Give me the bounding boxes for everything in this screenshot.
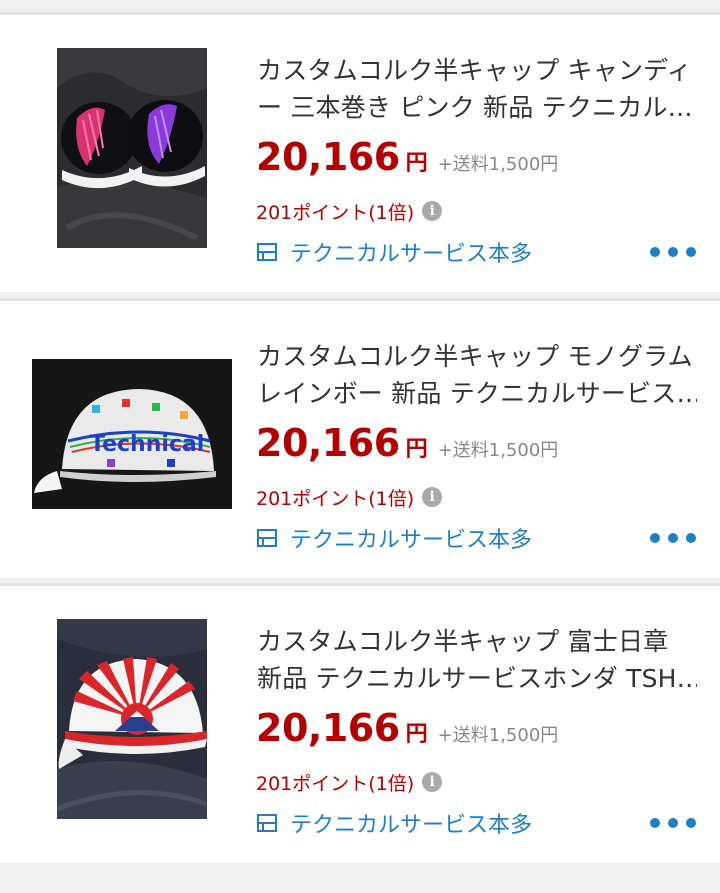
price-row: 20,166 円 +送料1,500円 xyxy=(256,135,558,185)
product-title-line: カスタムコルク半キャップ 富士日章 xyxy=(257,627,669,656)
product-title-line: レインボー 新品 テクニカルサービス… xyxy=(257,379,697,408)
shop-link[interactable]: テクニカルサービス本多 xyxy=(256,521,532,555)
info-icon[interactable]: i xyxy=(422,772,443,792)
more-options-button[interactable] xyxy=(650,242,696,262)
more-icon xyxy=(686,818,696,828)
price-row: 20,166 円 +送料1,500円 xyxy=(256,421,558,471)
more-icon xyxy=(650,818,660,828)
shop-name: テクニカルサービス本多 xyxy=(290,242,533,267)
shipping-fee: +送料1,500円 xyxy=(437,725,559,746)
shop-icon xyxy=(256,527,278,549)
shop-name: テクニカルサービス本多 xyxy=(290,813,533,838)
shipping-fee: +送料1,500円 xyxy=(437,154,559,175)
info-icon[interactable]: i xyxy=(422,201,443,221)
more-icon xyxy=(650,247,660,257)
product-thumbnail[interactable] xyxy=(57,619,207,819)
more-icon xyxy=(668,247,678,257)
shop-icon xyxy=(256,812,278,834)
product-card[interactable]: カスタムコルク半キャップ キャンディ ー 三本巻き ピンク 新品 テクニカル… … xyxy=(0,12,720,292)
product-thumbnail[interactable]: Technical xyxy=(32,359,232,509)
info-icon[interactable]: i xyxy=(422,487,443,507)
product-title[interactable]: カスタムコルク半キャップ モノグラム レインボー 新品 テクニカルサービス… xyxy=(257,338,697,412)
points-label: 201ポイント(1倍) xyxy=(256,201,415,224)
points-label: 201ポイント(1倍) xyxy=(256,487,415,510)
price: 20,166 xyxy=(256,421,400,465)
more-icon xyxy=(686,247,696,257)
shipping-fee: +送料1,500円 xyxy=(437,440,559,461)
shop-link[interactable]: テクニカルサービス本多 xyxy=(256,235,532,269)
price-currency: 円 xyxy=(405,151,428,176)
more-icon xyxy=(668,818,678,828)
points-label: 201ポイント(1倍) xyxy=(256,772,415,795)
more-icon xyxy=(650,533,660,543)
points-row: 201ポイント(1倍) i xyxy=(256,196,443,226)
shop-name: テクニカルサービス本多 xyxy=(290,528,533,553)
more-icon xyxy=(668,533,678,543)
product-title[interactable]: カスタムコルク半キャップ 富士日章 新品 テクニカルサービスホンダ TSH… xyxy=(257,623,697,697)
product-thumbnail[interactable] xyxy=(57,48,207,248)
price: 20,166 xyxy=(256,706,400,750)
more-options-button[interactable] xyxy=(650,813,696,833)
product-list: カスタムコルク半キャップ キャンディ ー 三本巻き ピンク 新品 テクニカル… … xyxy=(0,0,720,893)
product-title-line: 新品 テクニカルサービスホンダ TSH… xyxy=(257,664,697,693)
more-icon xyxy=(686,533,696,543)
points-row: 201ポイント(1倍) i xyxy=(256,767,443,797)
price-row: 20,166 円 +送料1,500円 xyxy=(256,706,558,756)
price-currency: 円 xyxy=(405,722,428,747)
product-card[interactable]: Technical カスタムコルク半キャップ モノグラム レインボー 新品 テク… xyxy=(0,298,720,578)
price: 20,166 xyxy=(256,135,400,179)
shop-link[interactable]: テクニカルサービス本多 xyxy=(256,806,532,840)
more-options-button[interactable] xyxy=(650,528,696,548)
shop-icon xyxy=(256,241,278,263)
helmet-logo-text: Technical xyxy=(90,432,204,457)
product-title[interactable]: カスタムコルク半キャップ キャンディ ー 三本巻き ピンク 新品 テクニカル… xyxy=(257,52,697,126)
product-title-line: カスタムコルク半キャップ モノグラム xyxy=(257,342,693,371)
price-currency: 円 xyxy=(405,437,428,462)
product-card[interactable]: カスタムコルク半キャップ 富士日章 新品 テクニカルサービスホンダ TSH… 2… xyxy=(0,583,720,863)
product-title-line: カスタムコルク半キャップ キャンディ xyxy=(257,56,692,85)
product-title-line: ー 三本巻き ピンク 新品 テクニカル… xyxy=(257,93,693,122)
points-row: 201ポイント(1倍) i xyxy=(256,482,443,512)
